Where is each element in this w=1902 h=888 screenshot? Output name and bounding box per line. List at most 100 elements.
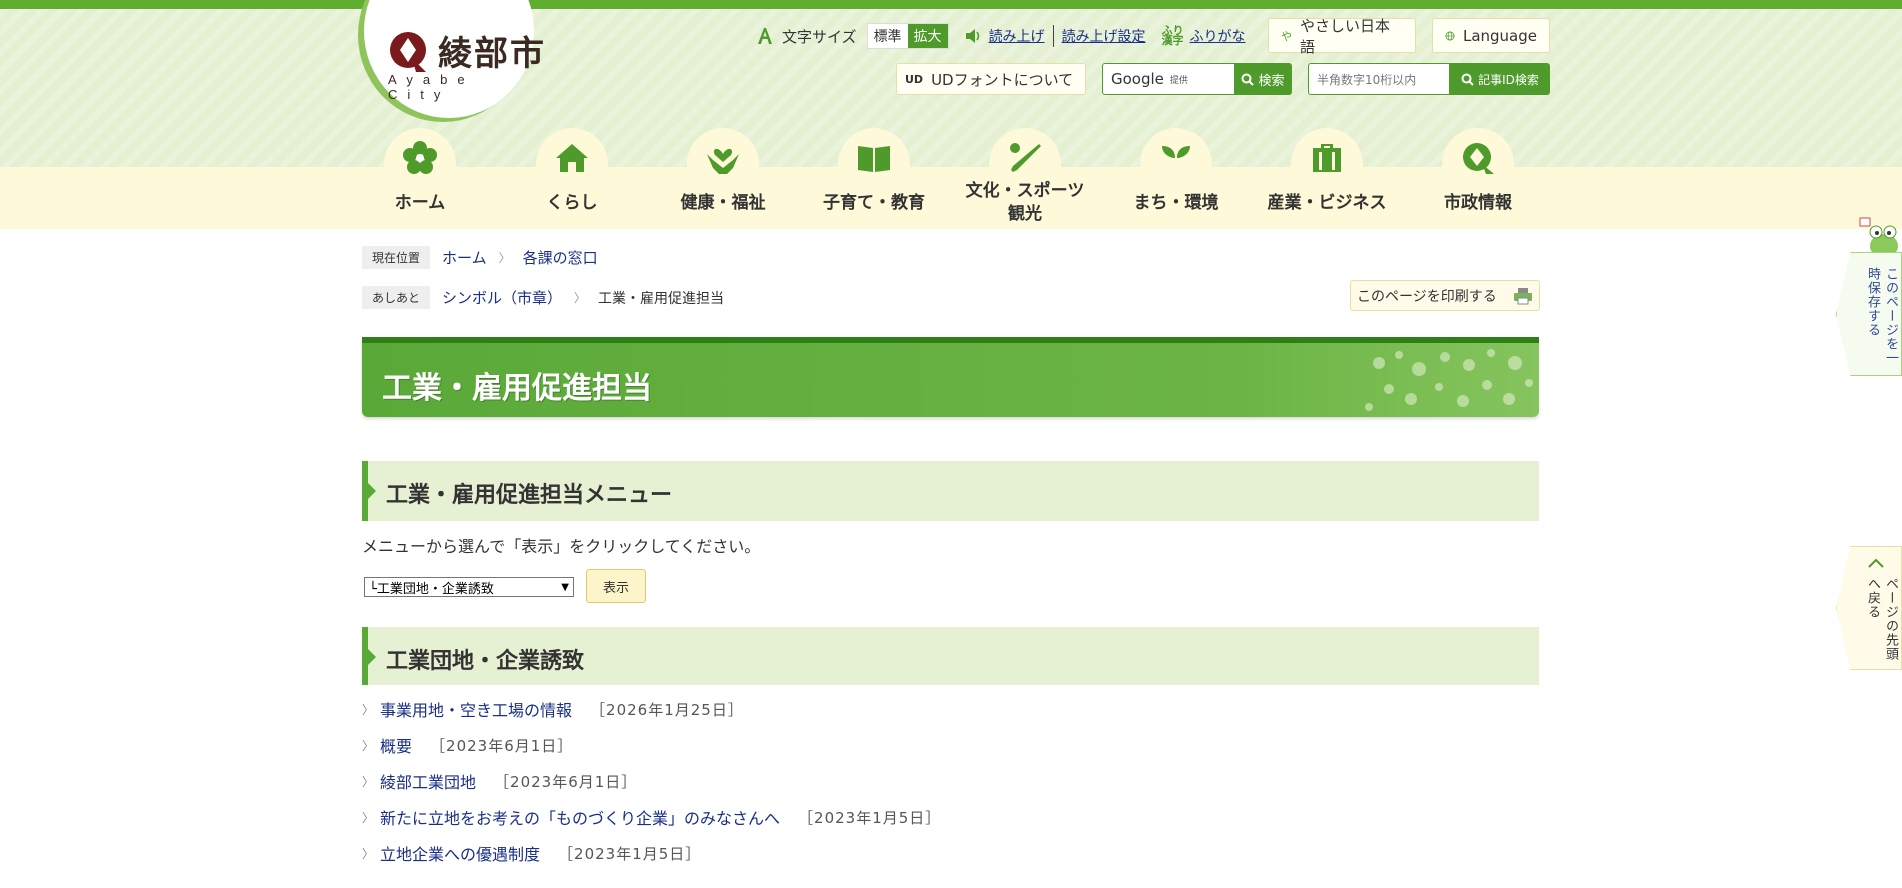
chevron-right-icon: 〉 bbox=[498, 251, 511, 265]
plum-flower-icon bbox=[403, 141, 437, 174]
history-symbol-link[interactable]: シンボル（市章） bbox=[442, 287, 562, 308]
nav-icon-circle bbox=[536, 128, 608, 200]
nav-icon-circle bbox=[687, 128, 759, 200]
nav-item-city-administration[interactable]: 市政情報 bbox=[1403, 128, 1553, 213]
nav-item-culture-sports-tourism[interactable]: 文化・スポーツ 観光 bbox=[950, 128, 1100, 224]
nav-label-city-administration: 市政情報 bbox=[1444, 193, 1512, 213]
print-page-button[interactable]: このページを印刷する bbox=[1350, 280, 1540, 311]
text-size-label: 文字サイズ bbox=[756, 26, 857, 47]
list-item-link[interactable]: 綾部工業団地 bbox=[380, 769, 476, 793]
text-size-standard-button[interactable]: 標準 bbox=[867, 24, 908, 48]
show-button[interactable]: 表示 bbox=[586, 569, 646, 603]
list-item: 〉 立地企業への優遇制度 ［2023年1月5日］ bbox=[362, 841, 701, 865]
easy-japanese-icon: や bbox=[1281, 29, 1292, 43]
nav-icon-circle bbox=[1140, 128, 1212, 200]
list-item: 〉 新たに立地をお考えの「ものづくり企業」のみなさんへ ［2023年1月5日］ bbox=[362, 805, 941, 829]
chevron-right-icon: 〉 bbox=[362, 702, 375, 717]
nav-item-childcare-education[interactable]: 子育て・教育 bbox=[799, 128, 949, 213]
globe-icon bbox=[1445, 31, 1455, 40]
list-item-date: ［2023年6月1日］ bbox=[494, 772, 638, 791]
list-item: 〉 綾部工業団地 ［2023年6月1日］ bbox=[362, 769, 637, 793]
book-icon bbox=[858, 146, 890, 172]
article-id-input[interactable]: 半角数字10桁以内 bbox=[1308, 63, 1450, 95]
nav-label-industry-business: 産業・ビジネス bbox=[1267, 193, 1387, 213]
language-button[interactable]: Language bbox=[1432, 18, 1550, 53]
nav-icon-circle bbox=[384, 128, 456, 200]
site-search-button[interactable]: 検索 bbox=[1234, 63, 1292, 95]
list-item-date: ［2023年1月5日］ bbox=[558, 844, 702, 863]
text-size-large-button[interactable]: 拡大 bbox=[907, 24, 948, 48]
sprout-icon bbox=[1162, 146, 1190, 174]
nav-label-culture-sports-tourism: 文化・スポーツ 観光 bbox=[965, 181, 1085, 224]
nav-icon-circle bbox=[1442, 128, 1514, 200]
breadcrumb-departments-link[interactable]: 各課の窓口 bbox=[523, 247, 598, 268]
list-item: 〉 事業用地・空き工場の情報 ［2026年1月25日］ bbox=[362, 697, 744, 721]
house-icon bbox=[556, 144, 588, 172]
nav-item-home[interactable]: ホーム bbox=[345, 128, 495, 213]
list-item-link[interactable]: 事業用地・空き工場の情報 bbox=[380, 697, 572, 721]
nav-icon-circle bbox=[1291, 128, 1363, 200]
briefcase-icon bbox=[1313, 144, 1341, 172]
logo-subtitle: Ayabe City bbox=[388, 72, 475, 102]
baseball-icon bbox=[1010, 143, 1041, 172]
nav-label-health-welfare: 健康・福祉 bbox=[680, 193, 766, 213]
menu-description: メニューから選んで「表示」をクリックしてください。 bbox=[362, 537, 761, 556]
read-aloud: 読み上げ bbox=[965, 26, 1045, 46]
logo-text: 綾部市 bbox=[438, 34, 546, 74]
site-logo[interactable]: 綾部市 Ayabe City bbox=[386, 26, 546, 102]
text-size-toggle: 標準 拡大 bbox=[866, 23, 949, 49]
save-page-label: このページを一時保存する bbox=[1865, 267, 1898, 365]
save-page-tab[interactable]: このページを一時保存する bbox=[1836, 252, 1902, 376]
list-item-date: ［2023年6月1日］ bbox=[430, 736, 574, 755]
furigana-link[interactable]: ふりがな bbox=[1190, 26, 1246, 46]
back-to-top-label: ページの先頭へ戻る bbox=[1865, 577, 1898, 661]
chevron-up-icon bbox=[1868, 558, 1884, 568]
page-title-banner: 工業・雇用促進担当 bbox=[362, 337, 1539, 417]
accessibility-tools: 文字サイズ 標準 拡大 読み上げ 読み上げ設定 ふり 漢字 ふりがな bbox=[756, 20, 1246, 52]
history-label: あしあと bbox=[362, 286, 431, 309]
flower-pattern-icon bbox=[1365, 349, 1533, 411]
breadcrumb-home-link[interactable]: ホーム bbox=[442, 247, 487, 268]
list-item: 〉 概要 ［2023年6月1日］ bbox=[362, 733, 573, 757]
ud-font-button[interactable]: UD UDフォントについて bbox=[896, 63, 1086, 95]
list-item-date: ［2026年1月25日］ bbox=[590, 700, 744, 719]
chevron-right-icon: 〉 bbox=[362, 774, 375, 789]
nav-label-living: くらし bbox=[546, 193, 598, 213]
chevron-right-icon: 〉 bbox=[362, 810, 375, 825]
furigana-icon: ふり 漢字 bbox=[1161, 24, 1184, 47]
chevron-right-icon: 〉 bbox=[362, 846, 375, 861]
nav-icon-circle bbox=[838, 128, 910, 200]
divider bbox=[1052, 25, 1054, 47]
nav-label-town-environment: まち・環境 bbox=[1133, 193, 1219, 213]
site-search-input[interactable]: Google 提供 bbox=[1102, 63, 1236, 95]
read-aloud-link[interactable]: 読み上げ bbox=[989, 26, 1045, 46]
nav-label-home: ホーム bbox=[394, 193, 446, 213]
breadcrumb: 現在位置 ホーム 〉 各課の窓口 bbox=[362, 246, 598, 269]
easy-japanese-button[interactable]: や やさしい日本語 bbox=[1268, 17, 1416, 56]
printer-icon bbox=[1514, 287, 1532, 304]
read-settings-link[interactable]: 読み上げ設定 bbox=[1062, 29, 1146, 45]
nav-item-living[interactable]: くらし bbox=[497, 128, 647, 213]
back-to-top-tab[interactable]: ページの先頭へ戻る bbox=[1836, 546, 1902, 670]
nav-item-town-environment[interactable]: まち・環境 bbox=[1101, 128, 1251, 213]
menu-select[interactable]: └工業団地・企業誘致 ▼ bbox=[364, 577, 574, 597]
nav-item-health-welfare[interactable]: 健康・福祉 bbox=[648, 128, 798, 213]
list-section-heading: 工業団地・企業誘致 bbox=[362, 627, 1539, 685]
menu-section-heading: 工業・雇用促進担当メニュー bbox=[362, 461, 1539, 521]
nav-item-industry-business[interactable]: 産業・ビジネス bbox=[1252, 128, 1402, 213]
list-item-link[interactable]: 立地企業への優遇制度 bbox=[380, 841, 540, 865]
history-trail: あしあと シンボル（市章） 〉 工業・雇用促進担当 bbox=[362, 286, 724, 309]
list-item-link[interactable]: 概要 bbox=[380, 733, 412, 757]
nav-label-childcare-education: 子育て・教育 bbox=[823, 193, 925, 213]
search-icon bbox=[1461, 73, 1474, 86]
list-item-link[interactable]: 新たに立地をお考えの「ものづくり企業」のみなさんへ bbox=[380, 805, 780, 829]
furigana: ふり 漢字 ふりがな bbox=[1161, 24, 1246, 47]
global-navigation: ホーム くらし 健康・福祉 子育て・教育 文化・スポーツ 観光 まち・環境 産業… bbox=[0, 128, 1902, 228]
ud-font-icon: UD bbox=[905, 72, 924, 86]
page-title: 工業・雇用促進担当 bbox=[382, 371, 652, 406]
article-id-search-button[interactable]: 記事ID検索 bbox=[1450, 63, 1550, 95]
chevron-right-icon: 〉 bbox=[362, 738, 375, 753]
text-size-icon bbox=[758, 28, 772, 44]
top-accent-bar bbox=[0, 0, 1902, 9]
chevron-right-icon: 〉 bbox=[574, 291, 587, 305]
